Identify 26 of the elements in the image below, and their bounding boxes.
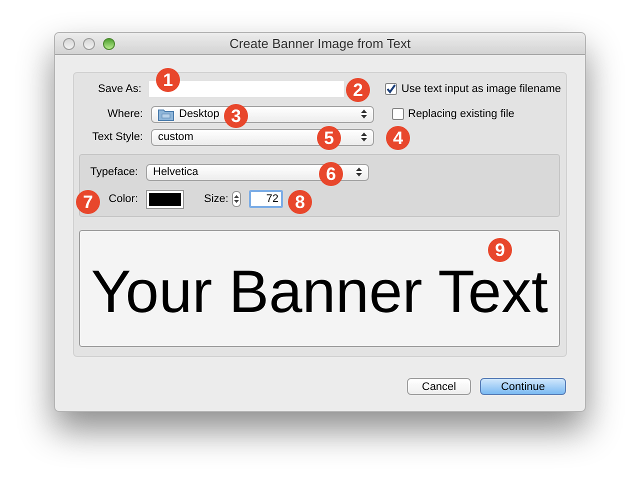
color-well[interactable] [146, 190, 184, 208]
size-field[interactable]: 72 [249, 190, 284, 208]
stepper-arrows-icon [361, 132, 367, 142]
window-title: Create Banner Image from Text [229, 34, 411, 53]
checkmark-icon [386, 84, 396, 94]
banner-text: Your Banner Text [90, 262, 548, 322]
continue-button[interactable]: Continue [480, 378, 566, 395]
close-icon[interactable] [63, 38, 75, 50]
checkbox-label: Use text input as image filename [401, 82, 561, 97]
cancel-button[interactable]: Cancel [407, 378, 471, 395]
field-label: Typeface: [89, 164, 138, 180]
checkbox[interactable] [385, 83, 398, 96]
stepper-arrows-icon [234, 194, 240, 204]
stepper-arrows-icon [361, 109, 367, 119]
stepper-arrows-icon [356, 167, 362, 177]
minimize-icon[interactable] [83, 38, 95, 50]
folder-icon [158, 108, 174, 120]
checkbox[interactable] [392, 108, 404, 120]
field-label: Color: [108, 192, 138, 207]
checkbox-label: Replacing existing file [408, 106, 514, 122]
zoom-icon[interactable] [103, 38, 115, 50]
field-label: Text Style: [91, 130, 143, 145]
stepper[interactable] [232, 191, 242, 207]
field-label: Size: [204, 192, 228, 207]
field-label: Save As: [96, 82, 142, 97]
field-label: Where: [106, 106, 143, 122]
